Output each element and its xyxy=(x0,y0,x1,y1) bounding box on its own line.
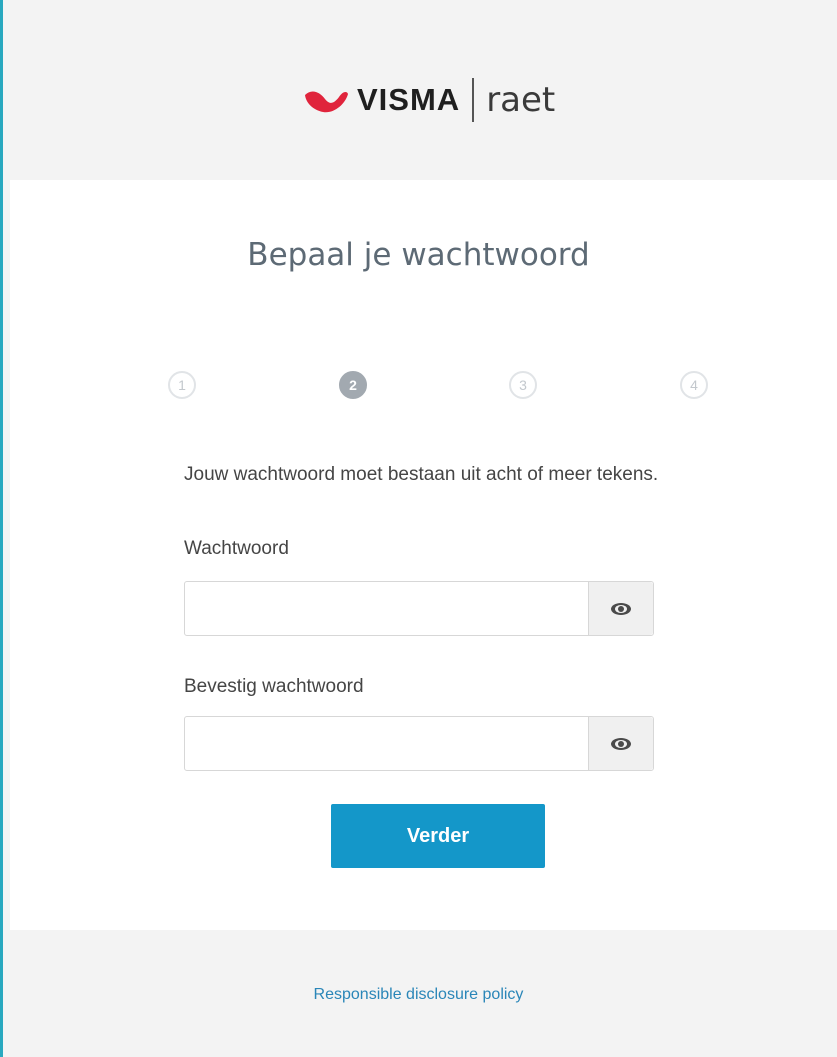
step-2-active: 2 xyxy=(339,371,367,399)
password-input[interactable] xyxy=(185,582,588,635)
logo-raet-text: raet xyxy=(486,80,556,120)
eye-icon xyxy=(611,737,631,750)
step-3: 3 xyxy=(509,371,537,399)
visma-logo-mark-icon xyxy=(305,91,348,113)
show-confirm-password-button[interactable] xyxy=(588,717,653,770)
show-password-button[interactable] xyxy=(588,582,653,635)
password-hint: Jouw wachtwoord moet bestaan uit acht of… xyxy=(184,464,659,485)
confirm-password-field-group xyxy=(184,716,654,771)
step-4: 4 xyxy=(680,371,708,399)
next-button[interactable]: Verder xyxy=(331,804,545,868)
visma-raet-logo: VISMA raet xyxy=(303,75,555,125)
page-title: Bepaal je wachtwoord xyxy=(247,237,590,273)
confirm-password-input[interactable] xyxy=(185,717,588,770)
step-1: 1 xyxy=(168,371,196,399)
logo-visma-text: VISMA xyxy=(357,82,461,117)
confirm-password-label: Bevestig wachtwoord xyxy=(184,676,364,697)
page-header: VISMA raet xyxy=(10,0,837,180)
eye-icon xyxy=(611,602,631,615)
responsible-disclosure-link[interactable]: Responsible disclosure policy xyxy=(0,986,837,1004)
left-accent-bar xyxy=(0,0,3,1057)
logo-divider xyxy=(472,78,475,122)
password-label: Wachtwoord xyxy=(184,538,289,559)
password-field-group xyxy=(184,581,654,636)
